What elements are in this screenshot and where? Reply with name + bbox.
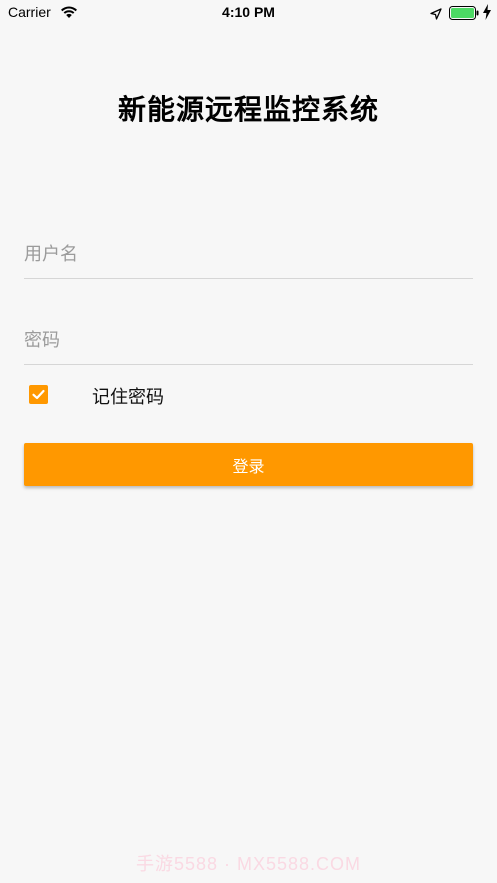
status-bar: Carrier 4:10 PM <box>0 0 497 26</box>
remember-password-label: 记住密码 <box>92 387 164 408</box>
username-input[interactable] <box>24 230 473 278</box>
watermark: 手游5588 · MX5588.COM <box>135 854 362 874</box>
battery-icon <box>449 5 479 20</box>
password-input[interactable] <box>24 316 473 364</box>
location-arrow-icon <box>430 5 442 20</box>
checkmark-icon <box>32 389 45 400</box>
login-button[interactable]: 登录 <box>24 443 473 486</box>
page-title: 新能源远程监控系统 <box>117 93 379 126</box>
password-field-container <box>24 316 473 365</box>
charging-bolt-icon <box>482 4 492 20</box>
remember-password-row[interactable]: 记住密码 <box>28 380 328 410</box>
username-field-container <box>24 230 473 279</box>
clock-time: 4:10 PM <box>222 4 275 20</box>
remember-password-checkbox[interactable] <box>29 385 48 404</box>
